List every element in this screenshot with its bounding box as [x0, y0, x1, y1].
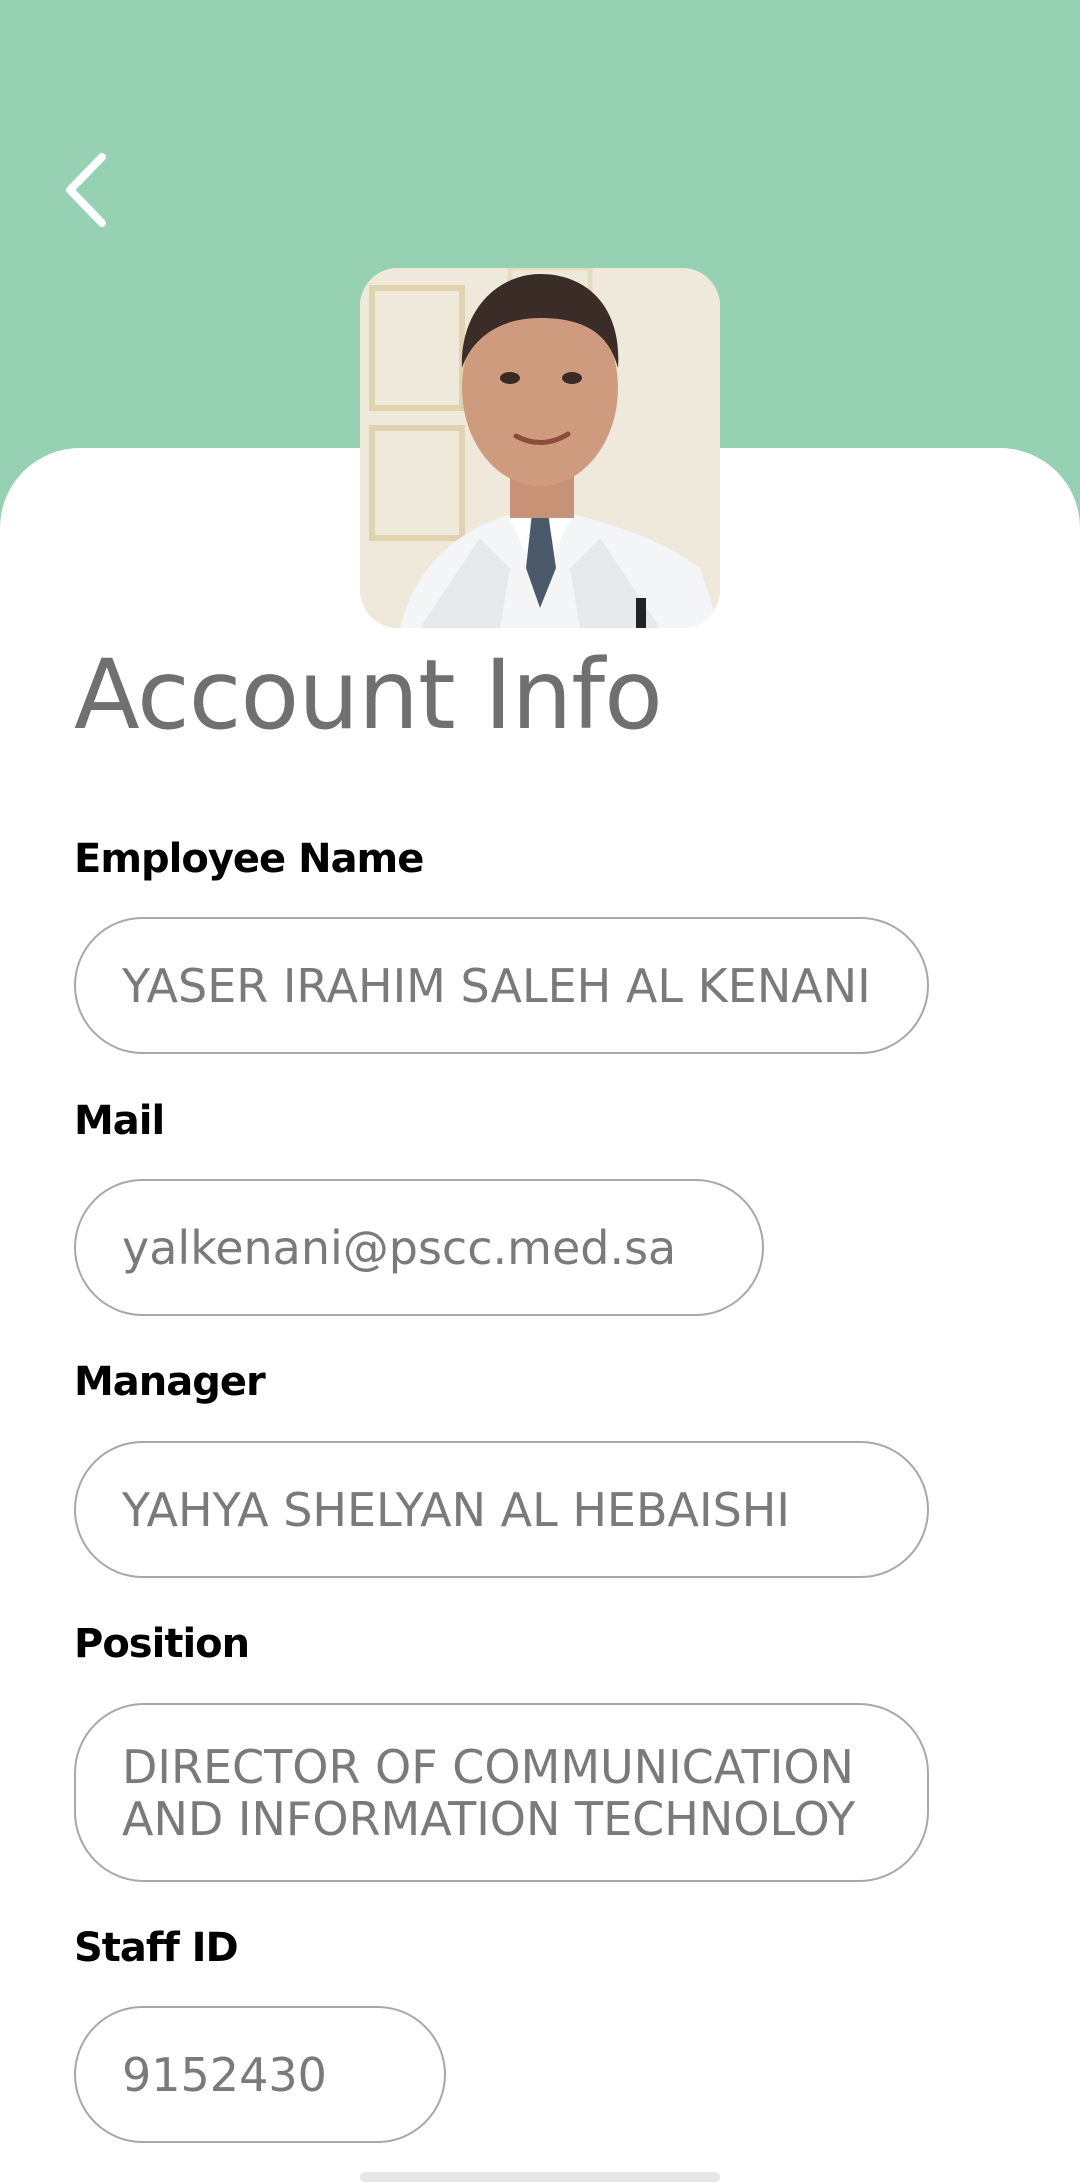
staff-id-field[interactable]: 9152430 — [74, 2006, 446, 2143]
position-label: Position — [74, 1621, 250, 1667]
position-value: DIRECTOR OF COMMUNICATION AND INFORMATIO… — [122, 1739, 856, 1846]
manager-field[interactable]: YAHYA SHELYAN AL HEBAISHI — [74, 1441, 929, 1578]
employee-name-value: YASER IRAHIM SALEH AL KENANI — [122, 958, 871, 1013]
avatar — [360, 268, 720, 628]
mail-label: Mail — [74, 1098, 165, 1144]
home-indicator — [360, 2172, 720, 2182]
page-title: Account Info — [74, 639, 663, 751]
mail-field[interactable]: yalkenani@pscc.med.sa — [74, 1179, 764, 1316]
employee-photo — [360, 268, 720, 628]
employee-name-field[interactable]: YASER IRAHIM SALEH AL KENANI — [74, 917, 929, 1054]
position-field[interactable]: DIRECTOR OF COMMUNICATION AND INFORMATIO… — [74, 1703, 929, 1882]
chevron-left-icon — [66, 153, 106, 227]
manager-label: Manager — [74, 1359, 266, 1405]
manager-value: YAHYA SHELYAN AL HEBAISHI — [122, 1482, 790, 1537]
staff-id-label: Staff ID — [74, 1925, 239, 1971]
mail-value: yalkenani@pscc.med.sa — [122, 1220, 677, 1275]
back-button[interactable] — [52, 145, 132, 235]
employee-name-label: Employee Name — [74, 836, 424, 882]
staff-id-value: 9152430 — [122, 2047, 327, 2102]
